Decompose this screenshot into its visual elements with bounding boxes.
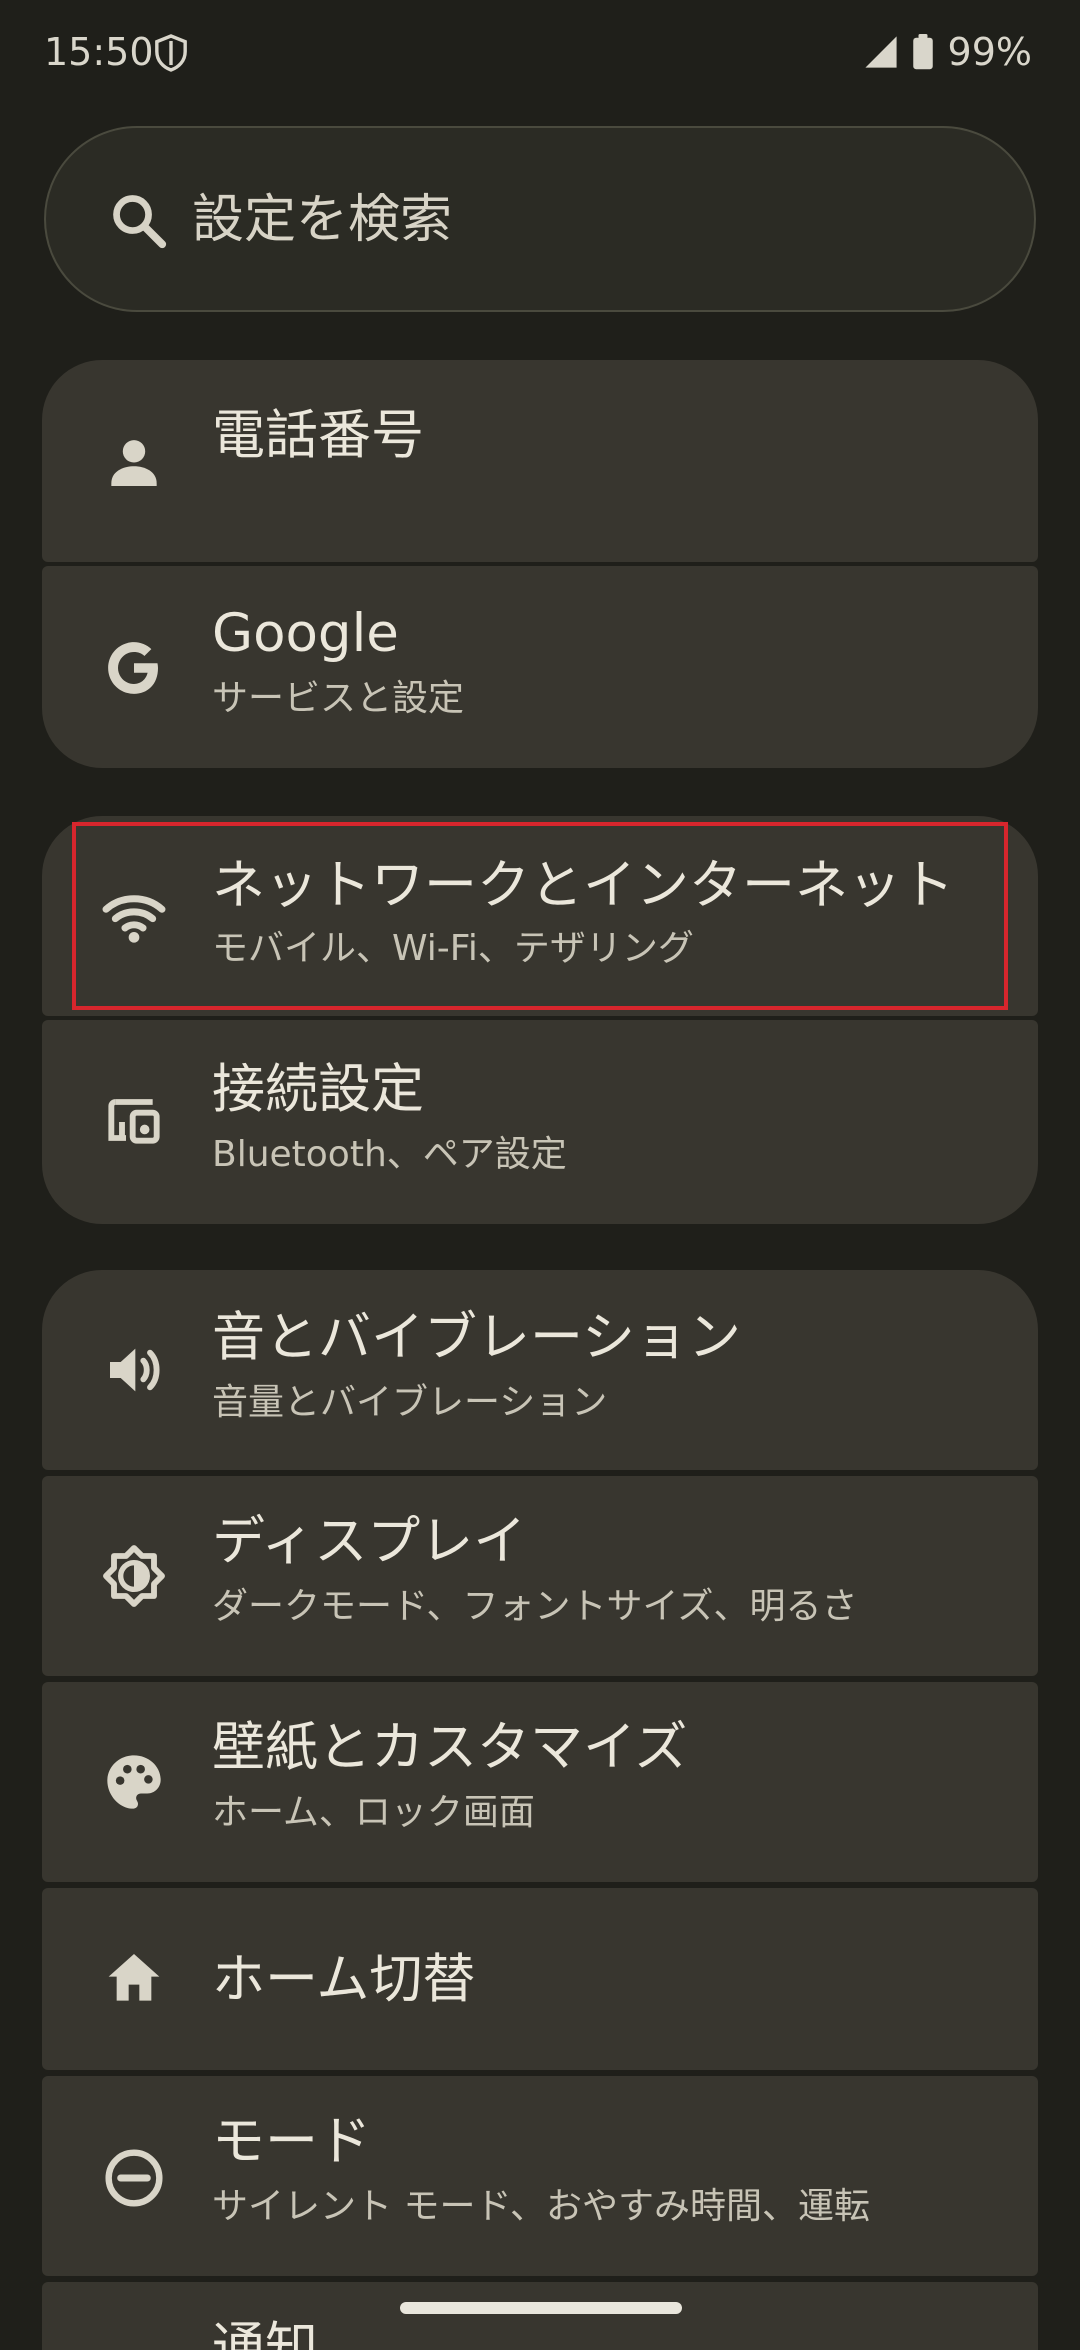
- status-indicators: 99%: [864, 26, 1032, 78]
- setting-subtitle: ダークモード、フォントサイズ、明るさ: [212, 1586, 858, 1627]
- brightness-icon: [102, 1544, 166, 1608]
- setting-item-phone-number[interactable]: 電話番号: [42, 360, 1038, 562]
- setting-item-modes[interactable]: モード サイレント モード、おやすみ時間、運転: [42, 2076, 1038, 2276]
- setting-item-wallpaper[interactable]: 壁紙とカスタマイズ ホーム、ロック画面: [42, 1682, 1038, 1882]
- battery-percentage: 99%: [947, 30, 1032, 74]
- setting-item-sound[interactable]: 音とバイブレーション 音量とバイブレーション: [42, 1270, 1038, 1470]
- settings-group-account: 電話番号 Google サービスと設定: [42, 360, 1038, 768]
- cellular-signal-icon: [864, 35, 898, 69]
- settings-group-device: 音とバイブレーション 音量とバイブレーション ディスプレイ ダークモード、フォン…: [42, 1270, 1038, 2350]
- setting-title: 音とバイブレーション: [212, 1307, 741, 1368]
- search-bar[interactable]: 設定を検索: [44, 126, 1036, 312]
- setting-title: ディスプレイ: [212, 1511, 527, 1572]
- setting-title: Google: [212, 603, 399, 664]
- search-placeholder: 設定を検索: [192, 190, 453, 250]
- battery-icon: [912, 34, 934, 70]
- setting-title: モード: [212, 2111, 371, 2172]
- setting-subtitle: サイレント モード、おやすみ時間、運転: [212, 2186, 871, 2227]
- settings-group-connectivity: ネットワークとインターネット モバイル、Wi-Fi、テザリング 接続設定 Blu…: [42, 816, 1038, 1224]
- setting-title: 電話番号: [212, 405, 424, 466]
- status-time: 15:50: [44, 30, 154, 74]
- do-not-disturb-icon: [102, 2146, 166, 2210]
- setting-subtitle: 音量とバイブレーション: [212, 1382, 608, 1423]
- setting-title: ホーム切替: [212, 1949, 476, 2010]
- wifi-icon: [102, 884, 166, 948]
- gesture-nav-handle[interactable]: [400, 2302, 682, 2314]
- volume-icon: [102, 1338, 166, 1402]
- setting-item-network-internet[interactable]: ネットワークとインターネット モバイル、Wi-Fi、テザリング: [42, 816, 1038, 1016]
- person-icon: [102, 430, 166, 494]
- setting-item-home-switch[interactable]: ホーム切替: [42, 1888, 1038, 2070]
- setting-item-display[interactable]: ディスプレイ ダークモード、フォントサイズ、明るさ: [42, 1476, 1038, 1676]
- setting-title: ネットワークとインターネット: [212, 855, 954, 916]
- devices-icon: [102, 1090, 166, 1154]
- shield-icon: [154, 34, 188, 72]
- setting-subtitle: サービスと設定: [212, 678, 465, 719]
- status-bar: 15:50 99%: [0, 0, 1080, 104]
- search-icon: [108, 190, 170, 252]
- setting-item-connection[interactable]: 接続設定 Bluetooth、ペア設定: [42, 1020, 1038, 1224]
- setting-title: 通知: [212, 2317, 318, 2350]
- google-g-icon: [102, 636, 166, 700]
- setting-subtitle: モバイル、Wi-Fi、テザリング: [212, 928, 694, 969]
- setting-title: 接続設定: [212, 1059, 424, 1120]
- setting-subtitle: ホーム、ロック画面: [212, 1792, 535, 1833]
- setting-item-google[interactable]: Google サービスと設定: [42, 566, 1038, 768]
- setting-subtitle: Bluetooth、ペア設定: [212, 1134, 567, 1175]
- palette-icon: [102, 1750, 166, 1814]
- home-icon: [102, 1946, 166, 2010]
- setting-title: 壁紙とカスタマイズ: [212, 1717, 688, 1778]
